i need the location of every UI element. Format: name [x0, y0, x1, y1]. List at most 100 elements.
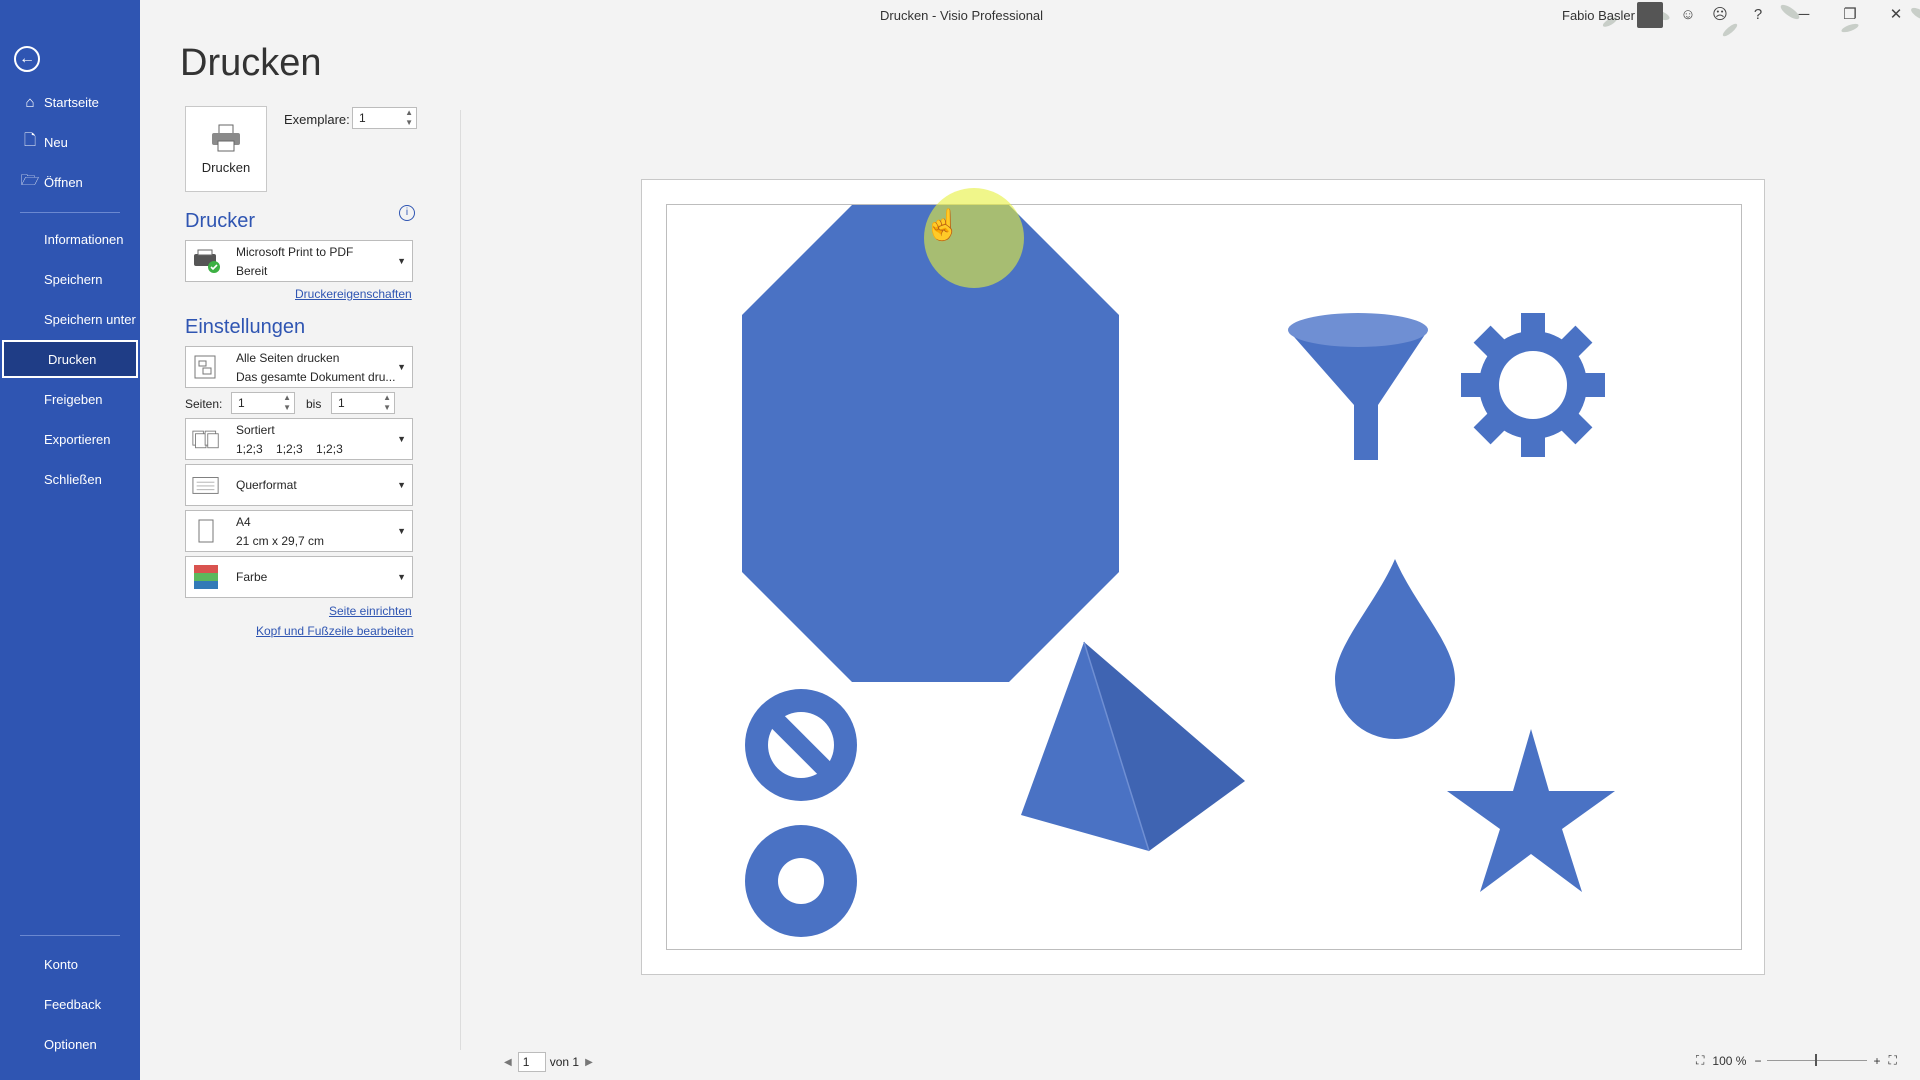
sidebar-item-optionen[interactable]: Optionen	[0, 1025, 140, 1063]
page-title: Drucken	[180, 42, 322, 84]
sidebar-item-label: Feedback	[44, 996, 102, 1012]
portrait-page-icon	[198, 519, 214, 543]
printer-icon	[212, 124, 240, 151]
copies-label: Exemplare:	[284, 112, 350, 127]
collate-icon	[192, 430, 219, 449]
backstage-sidebar: ← ⌂ Startseite 🗋 Neu 🗁 Öffnen Informatio…	[0, 0, 140, 1080]
spinner-arrows-icon[interactable]: ▲ ▼	[383, 393, 391, 413]
pages-to-input[interactable]: 1 ▲ ▼	[331, 392, 395, 414]
sidebar-item-label: Drucken	[48, 351, 97, 367]
restore-button[interactable]: ❐	[1838, 4, 1862, 26]
sidebar-item-startseite[interactable]: ⌂ Startseite	[0, 83, 140, 121]
fit-window-icon[interactable]: ⛶	[1888, 1053, 1896, 1068]
print-button[interactable]: Drucken	[185, 106, 267, 192]
printer-section-title: Drucker	[185, 210, 256, 232]
smile-feedback-icon[interactable]: ☺	[1676, 4, 1700, 26]
collate-title: Sortiert	[236, 423, 275, 437]
sidebar-item-label: Speichern	[44, 271, 103, 287]
printer-name: Microsoft Print to PDF	[236, 245, 354, 259]
print-preview-page[interactable]	[641, 179, 1765, 975]
next-page-icon[interactable]: ▶	[585, 1057, 593, 1068]
account-name[interactable]: Fabio Basler	[1562, 8, 1635, 23]
sidebar-item-label: Schließen	[44, 471, 102, 487]
zoom-out-icon[interactable]: −	[1754, 1054, 1761, 1068]
frown-feedback-icon[interactable]: ☹	[1708, 4, 1732, 26]
close-button[interactable]: ✕	[1884, 4, 1908, 26]
hand-cursor-icon: ☝	[924, 209, 962, 242]
home-icon: ⌂	[25, 93, 35, 111]
paper-size-dropdown[interactable]: A4 21 cm x 29,7 cm ▼	[185, 510, 413, 552]
pages-icon	[194, 355, 216, 379]
print-preview-area	[666, 204, 1742, 950]
zoom-slider-thumb[interactable]	[1815, 1054, 1818, 1066]
sidebar-item-freigeben[interactable]: Freigeben	[0, 380, 140, 418]
header-footer-link[interactable]: Kopf und Fußzeile bearbeiten	[256, 624, 413, 638]
drop-shape	[1335, 559, 1455, 739]
collate-sub: 1;2;3 1;2;3 1;2;3	[236, 442, 343, 456]
avatar[interactable]	[1637, 2, 1663, 28]
preview-shapes	[742, 205, 1615, 937]
printer-dropdown[interactable]: Microsoft Print to PDF Bereit ▼	[185, 240, 413, 282]
color-dropdown[interactable]: Farbe ▼	[185, 556, 413, 598]
fit-page-icon[interactable]: ⛶	[1696, 1053, 1704, 1068]
sidebar-item-schliessen[interactable]: Schließen	[0, 460, 140, 498]
sidebar-item-exportieren[interactable]: Exportieren	[0, 420, 140, 458]
paper-size-sub: 21 cm x 29,7 cm	[236, 534, 325, 548]
star-shape	[1447, 729, 1615, 892]
printer-icon	[194, 249, 220, 273]
previous-page-icon[interactable]: ◀	[504, 1057, 512, 1068]
spinner-arrows-icon[interactable]: ▲ ▼	[405, 108, 413, 128]
print-range-dropdown[interactable]: Alle Seiten drucken Das gesamte Dokument…	[185, 346, 413, 388]
sidebar-item-label: Optionen	[44, 1036, 97, 1052]
gear-shape	[1461, 313, 1605, 457]
minimize-button[interactable]: ─	[1792, 4, 1816, 26]
sidebar-item-label: Informationen	[44, 231, 124, 247]
sidebar-item-neu[interactable]: 🗋 Neu	[0, 123, 140, 161]
sidebar-divider	[20, 212, 120, 213]
settings-section-title: Einstellungen	[185, 316, 306, 338]
printer-status: Bereit	[236, 264, 268, 278]
page-setup-link[interactable]: Seite einrichten	[329, 604, 412, 618]
chevron-down-icon: ▼	[397, 526, 406, 536]
sidebar-item-speichern[interactable]: Speichern	[0, 260, 140, 298]
color-value: Farbe	[236, 570, 268, 584]
page-number-input[interactable]: 1	[517, 1052, 546, 1072]
printer-properties-link[interactable]: Druckereigenschaften	[295, 287, 412, 301]
zoom-level[interactable]: 100 %	[1712, 1054, 1746, 1068]
sidebar-item-label: Startseite	[44, 94, 99, 110]
chevron-down-icon: ▼	[397, 256, 406, 266]
orientation-dropdown[interactable]: Querformat ▼	[185, 464, 413, 506]
panel-divider	[460, 110, 461, 1050]
sidebar-item-feedback[interactable]: Feedback	[0, 985, 140, 1023]
collate-dropdown[interactable]: Sortiert 1;2;3 1;2;3 1;2;3 ▼	[185, 418, 413, 460]
copies-spinner[interactable]: 1 ▲ ▼	[352, 107, 417, 129]
sidebar-item-label: Öffnen	[44, 174, 83, 190]
sidebar-item-speichern-unter[interactable]: Speichern unter	[0, 300, 140, 338]
zoom-in-icon[interactable]: +	[1873, 1054, 1880, 1068]
back-arrow-icon[interactable]: ←	[14, 46, 40, 72]
pages-from-value: 1	[238, 396, 245, 410]
zoom-controls: ⛶ 100 % − + ⛶	[1696, 1053, 1897, 1068]
landscape-page-icon	[192, 477, 219, 494]
chevron-down-icon: ▼	[397, 362, 406, 372]
spinner-arrows-icon[interactable]: ▲ ▼	[283, 393, 291, 413]
chevron-down-icon: ▼	[397, 572, 406, 582]
help-icon[interactable]: ?	[1746, 4, 1770, 26]
chevron-down-icon: ▼	[397, 434, 406, 444]
copies-value: 1	[359, 111, 366, 125]
color-palette-icon	[194, 565, 218, 589]
sidebar-item-oeffnen[interactable]: 🗁 Öffnen	[0, 163, 140, 201]
pages-from-input[interactable]: 1 ▲ ▼	[231, 392, 295, 414]
zoom-slider[interactable]	[1767, 1054, 1868, 1066]
pages-label: Seiten:	[185, 397, 223, 411]
octagon-shape	[742, 205, 1119, 682]
page-navigator: ◀ 1 von 1 ▶	[498, 1052, 599, 1072]
info-icon[interactable]: i	[399, 205, 415, 221]
sidebar-item-konto[interactable]: Konto	[0, 945, 140, 983]
sidebar-item-drucken[interactable]: Drucken	[2, 340, 138, 378]
open-folder-icon: 🗁	[20, 171, 40, 189]
funnel-shape	[1288, 313, 1428, 460]
sidebar-item-label: Freigeben	[44, 391, 103, 407]
sidebar-item-informationen[interactable]: Informationen	[0, 220, 140, 258]
pages-to-label: bis	[306, 397, 322, 411]
